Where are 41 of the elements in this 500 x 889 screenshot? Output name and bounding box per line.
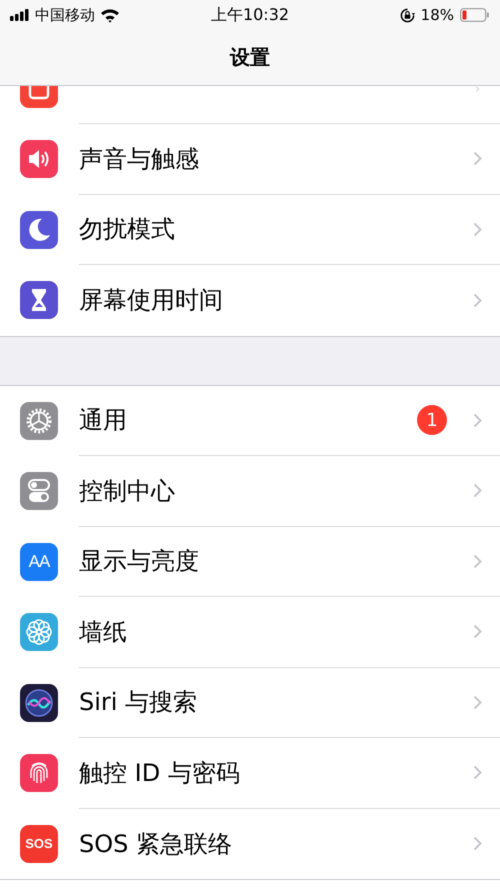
- wifi-icon: [100, 8, 120, 22]
- settings-row[interactable]: 触控 ID 与密码: [0, 738, 500, 808]
- settings-row[interactable]: 墙纸: [0, 597, 500, 668]
- settings-row[interactable]: Siri 与搜索: [0, 668, 500, 738]
- chevron-icon: [473, 483, 482, 498]
- settings-label: 显示与亮度: [79, 546, 200, 578]
- chevron-icon: [473, 624, 482, 640]
- page-title: 设置: [230, 44, 270, 71]
- clock-time: 上午10:32: [210, 4, 290, 26]
- settings-row[interactable]: 通用 1: [0, 386, 500, 456]
- chevron-icon: [473, 412, 482, 428]
- settings-row[interactable]: 声音与触感: [0, 124, 500, 194]
- carrier-name: 中国移动: [35, 6, 95, 24]
- settings-row[interactable]: 控制中心: [0, 456, 500, 526]
- settings-label: 触控 ID 与密码: [79, 758, 241, 789]
- chevron-icon: [473, 554, 482, 569]
- settings-label: SOS 紧急联络: [79, 828, 233, 860]
- notification-badge: 1: [417, 405, 447, 436]
- chevron-icon: [473, 694, 482, 710]
- chevron-icon: [473, 765, 482, 780]
- settings-label: Siri 与搜索: [79, 687, 198, 718]
- settings-row[interactable]: 屏幕使用时间: [0, 265, 500, 336]
- chevron-icon: [473, 222, 482, 237]
- text-size-icon: AA: [20, 542, 58, 581]
- chevron-icon: [473, 151, 482, 166]
- chevron-icon: [473, 292, 482, 308]
- settings-label: 控制中心: [79, 476, 176, 507]
- settings-row[interactable]: SOS SOS 紧急联络: [0, 808, 500, 879]
- sos-icon: SOS: [20, 824, 58, 863]
- settings-row[interactable]: 勿扰模式: [0, 194, 500, 265]
- battery-percent: 18%: [420, 6, 454, 24]
- signal-icon: [10, 9, 30, 21]
- chevron-icon: [473, 836, 482, 852]
- settings-label: 勿扰模式: [79, 214, 176, 246]
- settings-label: 墙纸: [79, 616, 128, 648]
- rotation-lock-icon: [400, 8, 415, 22]
- settings-row[interactable]: AA 显示与亮度: [0, 526, 500, 597]
- battery-icon: [460, 8, 490, 22]
- settings-label: 通用: [79, 405, 128, 436]
- settings-label: 声音与触感: [79, 144, 200, 175]
- settings-label: 屏幕使用时间: [79, 285, 224, 316]
